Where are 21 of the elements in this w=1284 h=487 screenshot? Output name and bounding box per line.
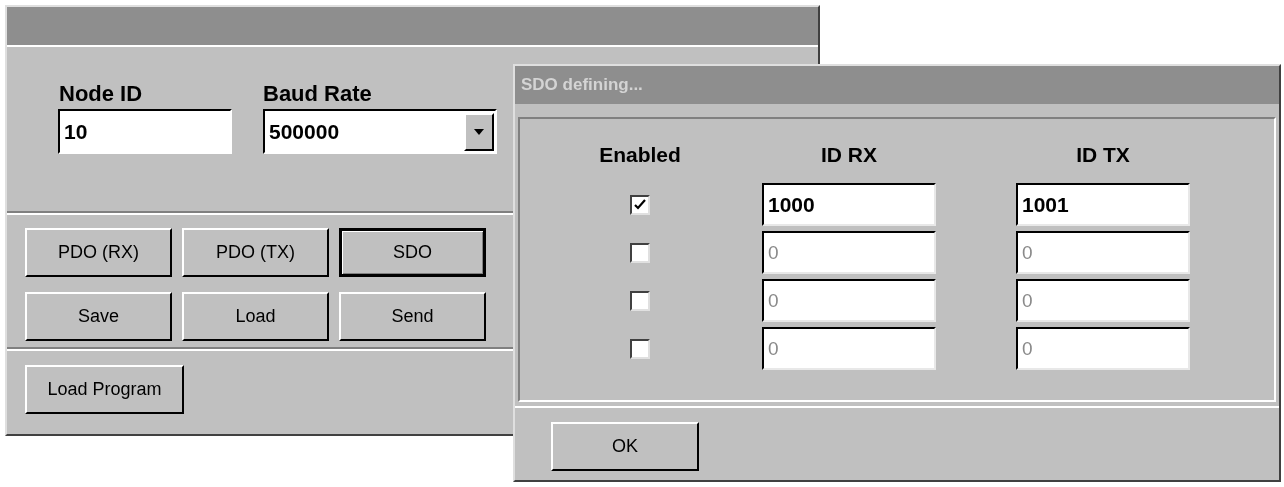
checkmark-icon: [634, 198, 646, 211]
dropdown-caret-icon: [464, 112, 494, 151]
action-button[interactable]: PDO (TX): [182, 228, 329, 277]
baud-rate-label: Baud Rate: [263, 80, 372, 108]
checkbox[interactable]: [630, 194, 650, 215]
id-tx-field[interactable]: 1001: [1016, 183, 1190, 226]
column-header: Enabled: [599, 142, 681, 168]
node-id-field[interactable]: 10: [58, 109, 232, 154]
id-rx-field[interactable]: 1000: [762, 183, 936, 226]
action-button[interactable]: SDO: [339, 228, 486, 277]
column-header: ID RX: [821, 142, 877, 168]
column-header: ID TX: [1076, 142, 1130, 168]
ok-button[interactable]: OK: [551, 422, 699, 471]
baud-rate-dropdown[interactable]: 500000: [263, 109, 497, 154]
action-button[interactable]: Save: [25, 292, 172, 341]
action-button[interactable]: PDO (RX): [25, 228, 172, 277]
node-id-label: Node ID: [59, 80, 143, 108]
dialog-title: SDO defining...: [521, 74, 643, 97]
load-program-button[interactable]: Load Program: [25, 365, 184, 414]
action-button[interactable]: Load: [182, 292, 329, 341]
action-button[interactable]: Send: [339, 292, 486, 341]
